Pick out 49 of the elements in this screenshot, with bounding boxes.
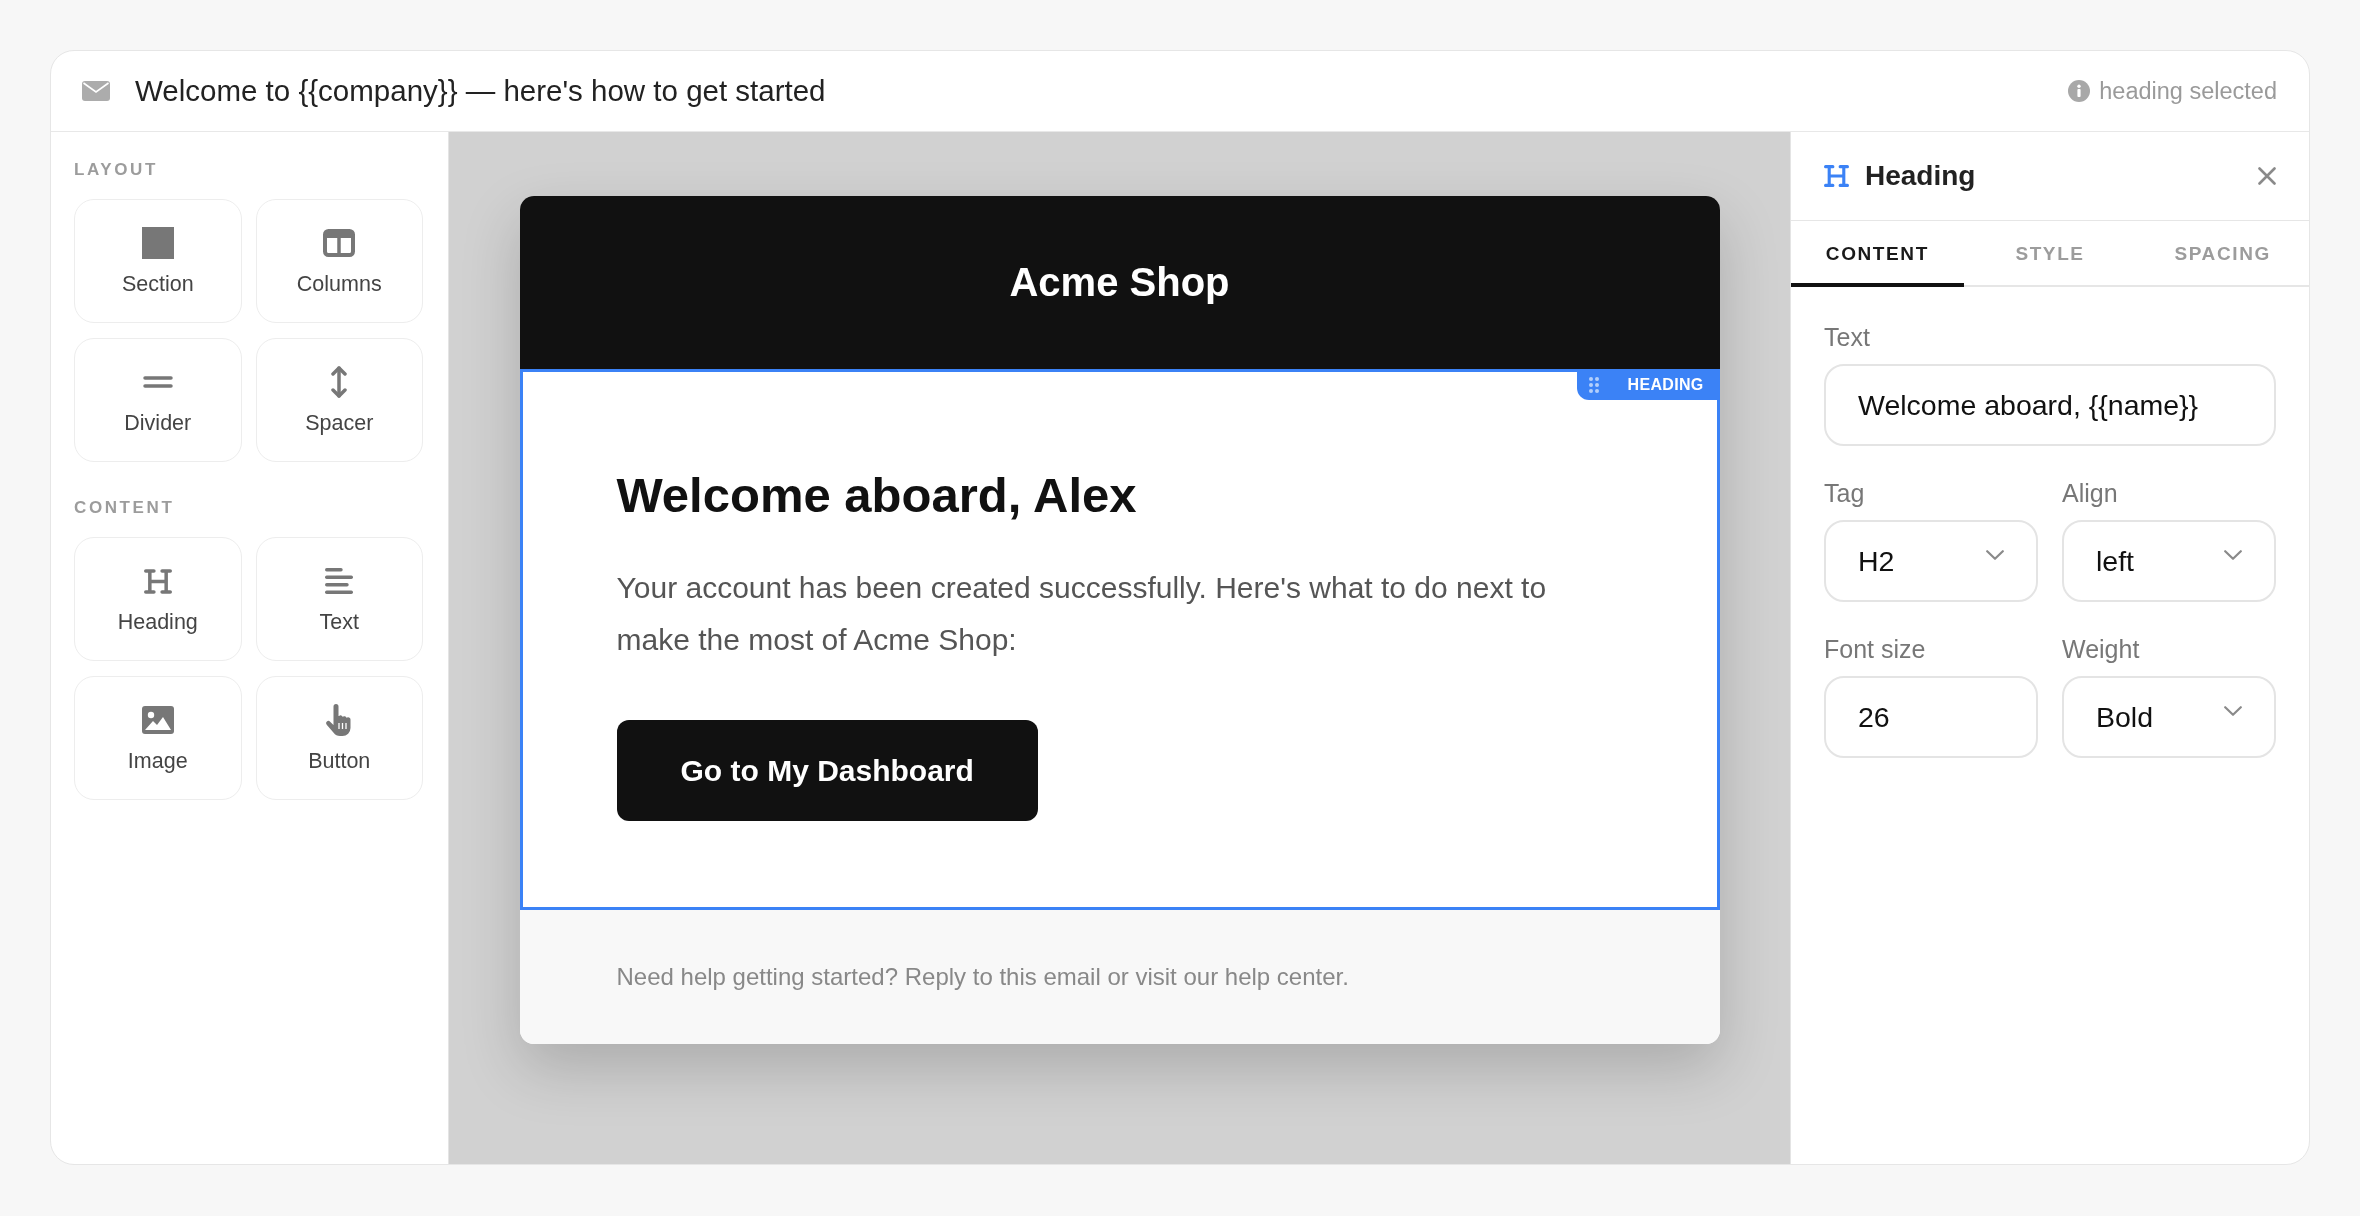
field-label: Tag <box>1824 479 1866 507</box>
dropdown-field[interactable]: H2 <box>1824 520 2038 602</box>
email-heading: Welcome aboard, Alex <box>616 467 1138 524</box>
block-tile[interactable]: Section <box>74 199 242 323</box>
block-tile[interactable]: Spacer <box>255 338 423 462</box>
text-lines-icon <box>325 568 354 594</box>
field-label: Weight <box>2062 635 2141 663</box>
block-tile[interactable]: Columns <box>255 199 423 323</box>
vertical-arrow-icon <box>331 365 348 399</box>
hand-pointer-icon <box>325 704 354 736</box>
field-label: Text <box>1824 323 1871 351</box>
close-icon <box>2258 167 2276 185</box>
cta-button[interactable]: Go to My Dashboard <box>616 720 1038 821</box>
grip-icon <box>1588 376 1599 393</box>
status-text: heading selected <box>2099 77 2277 105</box>
panel-tab[interactable]: CONTENT <box>1791 221 1964 287</box>
chevron-down-icon <box>1986 550 2004 560</box>
footer-text: Need help getting started? Reply to this email or visit our help center. <box>616 963 1349 990</box>
letter-h-icon <box>1824 165 1849 187</box>
image-icon <box>141 706 174 734</box>
email-subject: Welcome to {{company}} — here's how to get started <box>135 74 826 108</box>
mail-icon <box>82 81 110 101</box>
two-lines-icon <box>142 376 173 388</box>
drag-handle[interactable]: HEADING <box>1576 369 1720 400</box>
block-tile[interactable]: Text <box>255 537 423 661</box>
brand-name: Acme Shop <box>1009 260 1230 305</box>
block-tile[interactable]: Divider <box>74 338 242 462</box>
section-label: CONTENT <box>74 498 176 518</box>
chevron-down-icon <box>2224 550 2242 560</box>
info-icon <box>2068 80 2091 102</box>
panel-title: Heading <box>1865 160 1976 192</box>
field-label: Font size <box>1824 635 1927 663</box>
dropdown-field[interactable]: left <box>2062 520 2276 602</box>
section-label: LAYOUT <box>74 160 159 180</box>
block-tile[interactable]: Image <box>74 676 242 800</box>
block-tile[interactable]: Heading <box>74 537 242 661</box>
dropdown-field[interactable]: Bold <box>2062 676 2276 758</box>
chevron-down-icon <box>2224 706 2242 716</box>
email-header[interactable]: Acme Shop <box>519 196 1720 369</box>
field-label: Align <box>2062 479 2119 507</box>
columns-icon <box>323 229 356 257</box>
square-icon <box>141 227 174 259</box>
email-paragraph: Your account has been created successfully. Here's what to do next to make the most of Acme Shop: <box>616 570 1548 658</box>
close-button[interactable] <box>2258 167 2276 185</box>
input-field[interactable]: Welcome aboard, {{name}} <box>1824 364 2276 446</box>
input-field[interactable]: 26 <box>1824 676 2038 758</box>
letter-h-icon <box>143 567 172 595</box>
block-tile[interactable]: Button <box>255 676 423 800</box>
content-block[interactable]: HEADING Welcome aboard, Alex Your account has been created successfully. Here's what to do next to make the most of Acme Shop: Go to My Dashboard <box>519 369 1720 910</box>
